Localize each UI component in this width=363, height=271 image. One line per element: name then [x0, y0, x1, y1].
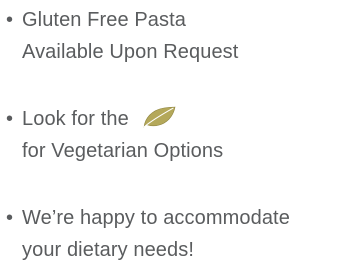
dietary-notes: • Gluten Free Pasta Available Upon Reques… — [0, 0, 363, 271]
note-line: • Gluten Free Pasta — [2, 4, 360, 36]
note-gluten-free: • Gluten Free Pasta Available Upon Reques… — [2, 4, 360, 68]
note-text: Look for the — [22, 108, 129, 130]
note-line: for Vegetarian Options — [22, 140, 224, 162]
note-text: We’re happy to accommodate — [22, 207, 290, 229]
note-line: your dietary needs! — [22, 239, 194, 261]
note-vegetarian: • Look for the for Vegetarian Options — [2, 103, 360, 167]
bullet: • — [6, 207, 14, 229]
leaf-icon — [141, 106, 177, 128]
note-text: Gluten Free Pasta — [22, 9, 187, 31]
note-line: • Look for the — [2, 103, 360, 135]
note-line: • We’re happy to accommodate — [2, 202, 360, 234]
note-line: Available Upon Request — [22, 41, 239, 63]
note-dietary-needs: • We’re happy to accommodate your dietary… — [2, 202, 360, 266]
bullet: • — [6, 108, 14, 130]
bullet: • — [6, 9, 14, 31]
